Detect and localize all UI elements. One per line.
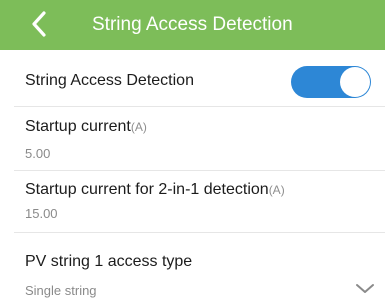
startup-current-value[interactable]: 5.00 bbox=[25, 146, 50, 162]
pv-string-access-type-label: PV string 1 access type bbox=[25, 253, 193, 270]
access-type-dropdown[interactable] bbox=[355, 283, 375, 295]
divider bbox=[14, 170, 385, 171]
unit-label: (A) bbox=[268, 183, 285, 197]
page-title: String Access Detection bbox=[92, 14, 293, 35]
startup-current-label: Startup current(A) bbox=[25, 117, 147, 137]
chevron-down-icon bbox=[356, 284, 374, 293]
toggle-label: String Access Detection bbox=[25, 72, 194, 89]
string-access-detection-toggle[interactable] bbox=[291, 66, 371, 98]
string-access-detection-row: String Access Detection bbox=[0, 50, 385, 106]
unit-label: (A) bbox=[130, 120, 147, 134]
pv-string-access-type-value[interactable]: Single string bbox=[25, 283, 97, 299]
divider bbox=[14, 232, 385, 233]
chevron-left-icon bbox=[32, 11, 46, 37]
app-header: String Access Detection bbox=[0, 0, 385, 50]
back-button[interactable] bbox=[28, 9, 52, 39]
startup-current-2in1-label: Startup current for 2-in-1 detection(A) bbox=[25, 180, 285, 200]
startup-current-2in1-value[interactable]: 15.00 bbox=[25, 206, 58, 222]
toggle-knob bbox=[340, 67, 370, 97]
field-label-text: Startup current bbox=[25, 118, 131, 135]
field-label-text: Startup current for 2-in-1 detection bbox=[25, 181, 269, 198]
divider bbox=[14, 106, 385, 107]
